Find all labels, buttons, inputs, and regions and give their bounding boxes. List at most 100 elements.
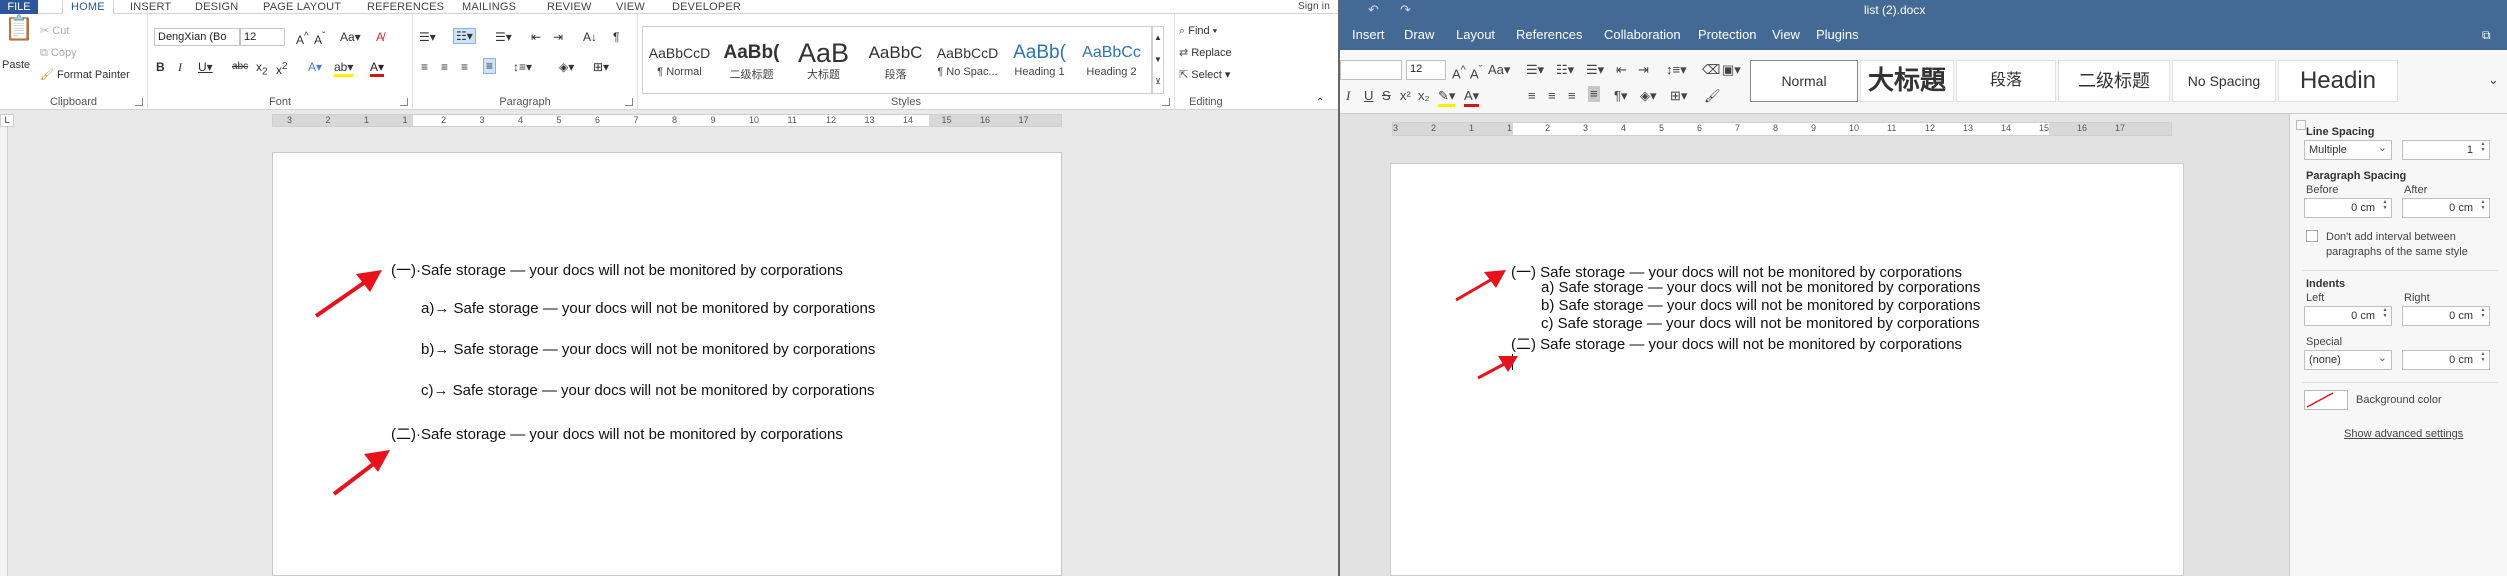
font-name-dropdown[interactable] (1340, 60, 1402, 80)
word-document-page[interactable]: (一)·Safe storage — your docs will not be… (272, 152, 1062, 576)
font-size-dropdown[interactable]: 12 (1406, 60, 1446, 80)
tab-file[interactable]: FILE (0, 0, 38, 14)
highlight-icon[interactable]: ✎▾ (1438, 88, 1456, 107)
font-launcher-icon[interactable] (400, 98, 408, 106)
numbering-icon[interactable]: ☷▾ (453, 28, 476, 44)
paragraph-launcher-icon[interactable] (625, 98, 633, 106)
style-heading-2[interactable]: AaBbCc Heading 2 (1076, 36, 1147, 90)
line-spacing-icon[interactable]: ↕≡▾ (1666, 62, 1687, 78)
dont-add-interval-checkbox[interactable] (2306, 230, 2318, 242)
line-spacing-value-input[interactable]: 1 (2402, 140, 2490, 160)
tab-references[interactable]: References (1516, 20, 1582, 50)
tab-insert[interactable]: INSERT (130, 0, 171, 14)
cut-button[interactable]: ✂ Cut (40, 24, 69, 38)
font-color-icon[interactable]: A▾ (370, 60, 385, 77)
clear-format-icon[interactable]: A̸ (376, 30, 384, 44)
styles-expand-icon[interactable]: ⌄ (2488, 72, 2499, 88)
oo-style-heading2-cn[interactable]: 二级标题 (2058, 60, 2170, 102)
find-button[interactable]: ⌕ Find ▾ (1179, 24, 1217, 38)
change-case-icon[interactable]: Aa▾ (1488, 62, 1510, 78)
paste-button[interactable]: Paste (2, 58, 30, 72)
panel-pin-icon[interactable] (2296, 120, 2306, 130)
horizontal-ruler[interactable]: 3 2 1 1 2 3 4 5 6 7 8 9 10 11 12 13 14 15 16 17 (272, 114, 1062, 127)
copy-format-icon[interactable]: 🖌 (1704, 88, 1721, 104)
borders-icon[interactable]: ⊞▾ (593, 60, 609, 74)
tab-protection[interactable]: Protection (1698, 20, 1757, 50)
background-color-picker[interactable] (2304, 390, 2348, 410)
font-size-dropdown[interactable]: 12 (240, 28, 285, 46)
select-button[interactable]: ⇱ Select ▾ (1179, 68, 1230, 82)
style-paragraph-cn[interactable]: AaBbC 段落 (860, 36, 931, 90)
tab-insert[interactable]: Insert (1352, 20, 1385, 50)
oo-line-2[interactable]: a) Safe storage — your docs will not be … (1541, 279, 1980, 296)
style-heading-2-cn[interactable]: AaBb( 二级标题 (716, 36, 787, 90)
bullets-icon[interactable]: ☰▾ (419, 30, 436, 44)
superscript-icon[interactable]: x2 (276, 60, 288, 77)
copy-style-icon[interactable]: ▣▾ (1722, 62, 1741, 78)
undo-icon[interactable]: ↶ (1368, 2, 1379, 18)
underline-icon[interactable]: U (1364, 88, 1373, 104)
show-advanced-settings-link[interactable]: Show advanced settings (2344, 428, 2463, 440)
oo-line-5[interactable]: (二) Safe storage — your docs will not be… (1511, 333, 1962, 354)
styles-scroll-icon[interactable]: ▲ ▼ ⊻ (1152, 26, 1164, 94)
paragraph-marks-icon[interactable]: ¶▾ (1614, 88, 1628, 104)
show-formatting-icon[interactable]: ¶ (613, 30, 619, 44)
borders-icon[interactable]: ⊞▾ (1670, 88, 1687, 104)
indent-left-input[interactable]: 0 cm (2304, 306, 2392, 326)
line-spacing-mode-select[interactable]: Multiple (2304, 139, 2392, 160)
italic-icon[interactable]: I (1346, 88, 1350, 104)
italic-icon[interactable]: I (178, 60, 182, 74)
tab-plugins[interactable]: Plugins (1816, 20, 1859, 50)
numbering-icon[interactable]: ☷▾ (1556, 62, 1574, 78)
shading-icon[interactable]: ◈▾ (559, 60, 574, 74)
underline-icon[interactable]: U▾ (198, 60, 213, 74)
tab-view[interactable]: VIEW (616, 0, 645, 14)
increase-indent-icon[interactable]: ⇥ (1638, 62, 1649, 78)
clear-style-icon[interactable]: ⌫ (1702, 62, 1720, 78)
word-line-2[interactable]: a)→ Safe storage — your docs will not be… (421, 300, 875, 317)
align-right-icon[interactable]: ≡ (1568, 88, 1576, 104)
grow-font-icon[interactable]: A^ (1452, 62, 1466, 82)
style-normal[interactable]: AaBbCcD ¶ Normal (644, 36, 715, 90)
decrease-indent-icon[interactable]: ⇤ (1616, 62, 1627, 78)
oo-horizontal-ruler[interactable]: 3 2 1 1 2 3 4 5 6 7 8 9 10 11 12 13 14 15 16 17 (1392, 122, 2172, 136)
oo-line-3[interactable]: b) Safe storage — your docs will not be … (1541, 297, 1980, 314)
special-indent-input[interactable]: 0 cm (2402, 350, 2490, 370)
tab-view[interactable]: View (1772, 20, 1800, 50)
font-name-dropdown[interactable]: DengXian (Bo (154, 28, 240, 46)
tab-collaboration[interactable]: Collaboration (1604, 20, 1681, 50)
align-center-icon[interactable]: ≡ (1548, 88, 1556, 104)
sign-in-link[interactable]: Sign in (1298, 0, 1330, 14)
copy-button[interactable]: ⧉ Copy (40, 46, 77, 60)
text-effects-icon[interactable]: A▾ (308, 60, 322, 74)
style-title-cn[interactable]: AaB 大标题 (788, 36, 859, 90)
oo-style-no-spacing[interactable]: No Spacing (2172, 60, 2276, 102)
tab-selector-icon[interactable]: L (0, 114, 14, 127)
highlight-icon[interactable]: ab▾ (334, 60, 354, 77)
change-case-icon[interactable]: Aa▾ (340, 30, 361, 44)
bold-icon[interactable]: B (156, 60, 165, 74)
strikethrough-icon[interactable]: abc (232, 60, 248, 74)
collapse-ribbon-icon[interactable]: ⌃ (1316, 96, 1324, 110)
spacing-after-input[interactable]: 0 cm (2402, 198, 2490, 218)
subscript-icon[interactable]: x₂ (1418, 88, 1430, 104)
tab-review[interactable]: REVIEW (547, 0, 592, 14)
superscript-icon[interactable]: x² (1400, 88, 1411, 104)
clipboard-launcher-icon[interactable] (135, 98, 143, 106)
oo-line-4[interactable]: c) Safe storage — your docs will not be … (1541, 315, 1980, 332)
format-painter-button[interactable]: 🖌 Format Painter (40, 68, 130, 82)
special-indent-select[interactable]: (none) (2304, 349, 2392, 370)
redo-icon[interactable]: ↷ (1400, 2, 1411, 18)
align-left-icon[interactable]: ≡ (421, 60, 428, 74)
tab-mailings[interactable]: MAILINGS (462, 0, 516, 14)
style-heading-1[interactable]: AaBb( Heading 1 (1004, 36, 1075, 90)
sort-icon[interactable]: A↓ (583, 30, 597, 44)
tab-page-layout[interactable]: PAGE LAYOUT (263, 0, 341, 14)
word-line-5[interactable]: (二)·Safe storage — your docs will not be… (391, 423, 843, 444)
style-no-spacing[interactable]: AaBbCcD ¶ No Spac... (932, 36, 1003, 90)
tab-layout[interactable]: Layout (1456, 20, 1495, 50)
word-line-1[interactable]: (一)·Safe storage — your docs will not be… (391, 259, 843, 280)
shrink-font-icon[interactable]: Aˇ (314, 30, 325, 47)
shrink-font-icon[interactable]: Aˇ (1470, 62, 1482, 82)
paste-icon[interactable]: 📋 (4, 17, 34, 52)
